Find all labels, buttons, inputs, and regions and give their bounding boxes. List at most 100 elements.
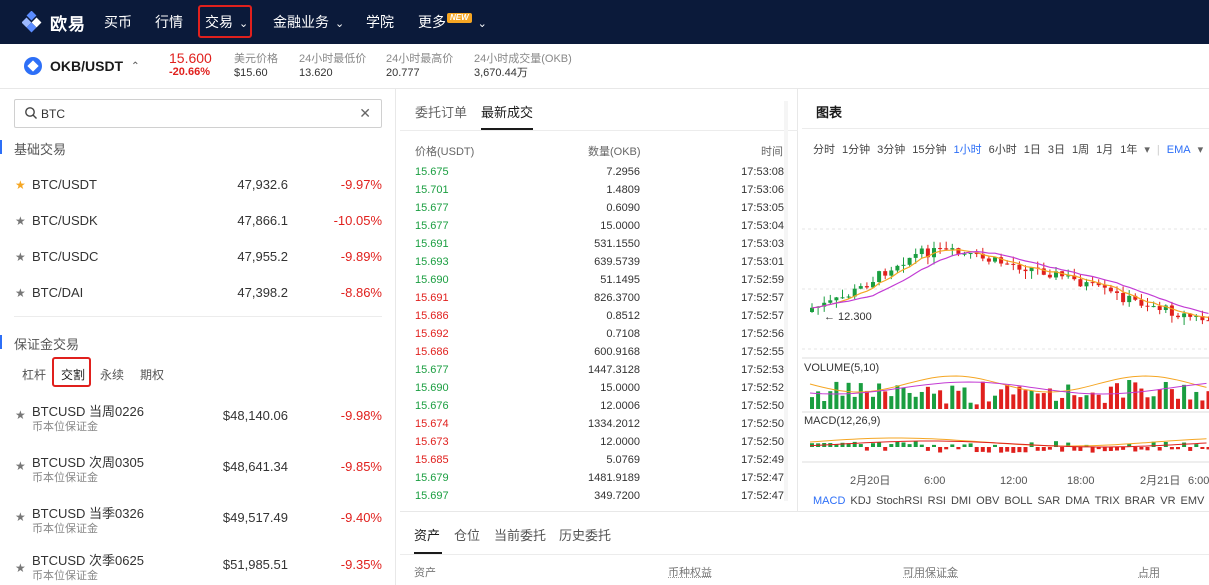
subtab-options[interactable]: 期权 [140, 366, 164, 383]
tab-current-orders[interactable]: 当前委托 [494, 525, 546, 544]
volume-bar [840, 395, 845, 409]
star-icon[interactable]: ★ [15, 459, 26, 473]
indicator-stochrsi[interactable]: StochRSI [876, 495, 922, 507]
star-icon[interactable]: ★ [15, 408, 26, 422]
indicator-trix[interactable]: TRIX [1095, 495, 1120, 507]
brand-name: 欧易 [50, 14, 86, 34]
timeframe-4[interactable]: 1小时 [954, 144, 982, 156]
contract-change: -9.35% [340, 557, 382, 572]
market-row[interactable]: ★ BTC/USDT 47,932.6 -9.97% [14, 167, 382, 203]
star-icon[interactable]: ★ [15, 510, 26, 524]
timeframe-2[interactable]: 3分钟 [877, 144, 905, 156]
trade-row: 15.674 1334.2012 17:52:50 [415, 415, 784, 433]
tab-open-orders[interactable]: 委托订单 [415, 102, 467, 121]
volume-bar [1115, 383, 1119, 409]
timeframe-5[interactable]: 6小时 [989, 144, 1017, 156]
divider [802, 128, 1209, 129]
market-row[interactable]: ★ BTC/USDC 47,955.2 -9.89% [14, 239, 382, 275]
indicator-emv[interactable]: EMV [1181, 495, 1205, 507]
caret-down-icon[interactable]: ▾ [1144, 144, 1150, 156]
subtab-margin[interactable]: 杠杆 [22, 366, 46, 383]
subtab-perpetual[interactable]: 永续 [100, 366, 124, 383]
ema-selector[interactable]: EMA [1167, 144, 1191, 156]
indicator-vr[interactable]: VR [1160, 495, 1175, 507]
timeframe-1[interactable]: 1分钟 [842, 144, 870, 156]
indicator-dma[interactable]: DMA [1065, 495, 1089, 507]
trade-amount: 600.9168 [594, 346, 640, 358]
market-row[interactable]: ★ BTCUSD 次周0305 币本位保证金 $48,641.34 -9.85% [14, 450, 382, 490]
tab-latest-trades[interactable]: 最新成交 [481, 102, 533, 121]
timeframe-9[interactable]: 1月 [1096, 144, 1113, 156]
trade-amount: 1481.9189 [588, 472, 640, 484]
search-input[interactable] [41, 104, 341, 124]
volume-bar [962, 387, 967, 409]
volume-bar [810, 397, 814, 409]
macd-bar [1139, 447, 1144, 450]
nav-buy-crypto[interactable]: 买币 [104, 0, 132, 44]
indicator-rsi[interactable]: RSI [928, 495, 946, 507]
pair-selector[interactable]: OKB/USDT ⌃ [24, 57, 140, 75]
margin-trading-heading: 保证金交易 [14, 337, 80, 352]
market-row[interactable]: ★ BTCUSD 次季0625 币本位保证金 $51,985.51 -9.35% [14, 552, 382, 585]
indicator-sar[interactable]: SAR [1038, 495, 1061, 507]
chevron-up-icon: ⌃ [131, 60, 140, 72]
timeframe-7[interactable]: 3日 [1048, 144, 1065, 156]
market-row[interactable]: ★ BTC/DAI 47,398.2 -8.86% [14, 275, 382, 311]
trade-time: 17:52:53 [741, 364, 784, 376]
divider [400, 130, 798, 131]
nav-finance[interactable]: 金融业务 ⌄ [273, 0, 344, 44]
candle-body [1090, 282, 1095, 284]
trade-price: 15.677 [415, 364, 449, 376]
star-icon[interactable]: ★ [15, 286, 26, 300]
chart-title: 图表 [816, 105, 843, 120]
timeframe-6[interactable]: 1日 [1024, 144, 1041, 156]
contract-change: -9.98% [340, 408, 382, 423]
volume-bar [889, 396, 894, 409]
indicator-boll[interactable]: BOLL [1004, 495, 1032, 507]
tab-positions[interactable]: 仓位 [454, 525, 480, 544]
candle-body [877, 271, 882, 283]
trade-row: 15.685 5.0769 17:52:49 [415, 451, 784, 469]
chevron-down-icon: ⌄ [335, 18, 345, 30]
indicator-obv[interactable]: OBV [976, 495, 999, 507]
tab-assets[interactable]: 资产 [414, 525, 440, 544]
timeframe-8[interactable]: 1周 [1072, 144, 1089, 156]
macd-bar [1035, 447, 1040, 451]
trade-time: 17:52:47 [741, 490, 784, 502]
timeframe-3[interactable]: 15分钟 [912, 144, 946, 156]
contract-change: -9.40% [340, 510, 382, 525]
x-axis-label: 12:00 [1000, 475, 1028, 487]
indicator-dmi[interactable]: DMI [951, 495, 971, 507]
pair-name: OKB/USDT [50, 58, 124, 74]
stat-value: 20.777 [386, 67, 420, 79]
timeframe-10[interactable]: 1年 [1120, 144, 1137, 156]
nav-markets[interactable]: 行情 [155, 0, 183, 44]
tab-order-history[interactable]: 历史委托 [559, 525, 611, 544]
volume-bar [1072, 395, 1077, 409]
volume-bar [932, 393, 936, 409]
scrollbar[interactable] [784, 101, 788, 501]
star-icon[interactable]: ★ [15, 561, 26, 575]
clear-search-icon[interactable]: ✕ [359, 105, 371, 122]
trade-row: 15.679 1481.9189 17:52:47 [415, 469, 784, 487]
indicator-kdj[interactable]: KDJ [850, 495, 871, 507]
trade-time: 17:53:04 [741, 220, 784, 232]
section-marker [0, 140, 2, 154]
trade-time: 17:53:03 [741, 238, 784, 250]
market-row[interactable]: ★ BTCUSD 当季0326 币本位保证金 $49,517.49 -9.40% [14, 501, 382, 541]
star-icon[interactable]: ★ [15, 250, 26, 264]
caret-down-icon[interactable]: ▾ [1198, 144, 1204, 156]
indicator-macd[interactable]: MACD [813, 495, 845, 507]
indicator-brar[interactable]: BRAR [1125, 495, 1156, 507]
trade-time: 17:52:57 [741, 310, 784, 322]
volume-bar [1200, 400, 1205, 409]
star-icon[interactable]: ★ [15, 214, 26, 228]
market-row[interactable]: ★ BTCUSD 当周0226 币本位保证金 $48,140.06 -9.98% [14, 399, 382, 439]
favorite-star-icon[interactable]: ★ [15, 178, 26, 192]
trade-price: 15.676 [415, 400, 449, 412]
nav-more[interactable]: 更多 NEW ⌄ [418, 0, 487, 44]
brand-logo[interactable]: 欧易 [22, 10, 86, 34]
timeframe-0[interactable]: 分时 [813, 144, 835, 156]
nav-academy[interactable]: 学院 [366, 0, 394, 44]
market-row[interactable]: ★ BTC/USDK 47,866.1 -10.05% [14, 203, 382, 239]
